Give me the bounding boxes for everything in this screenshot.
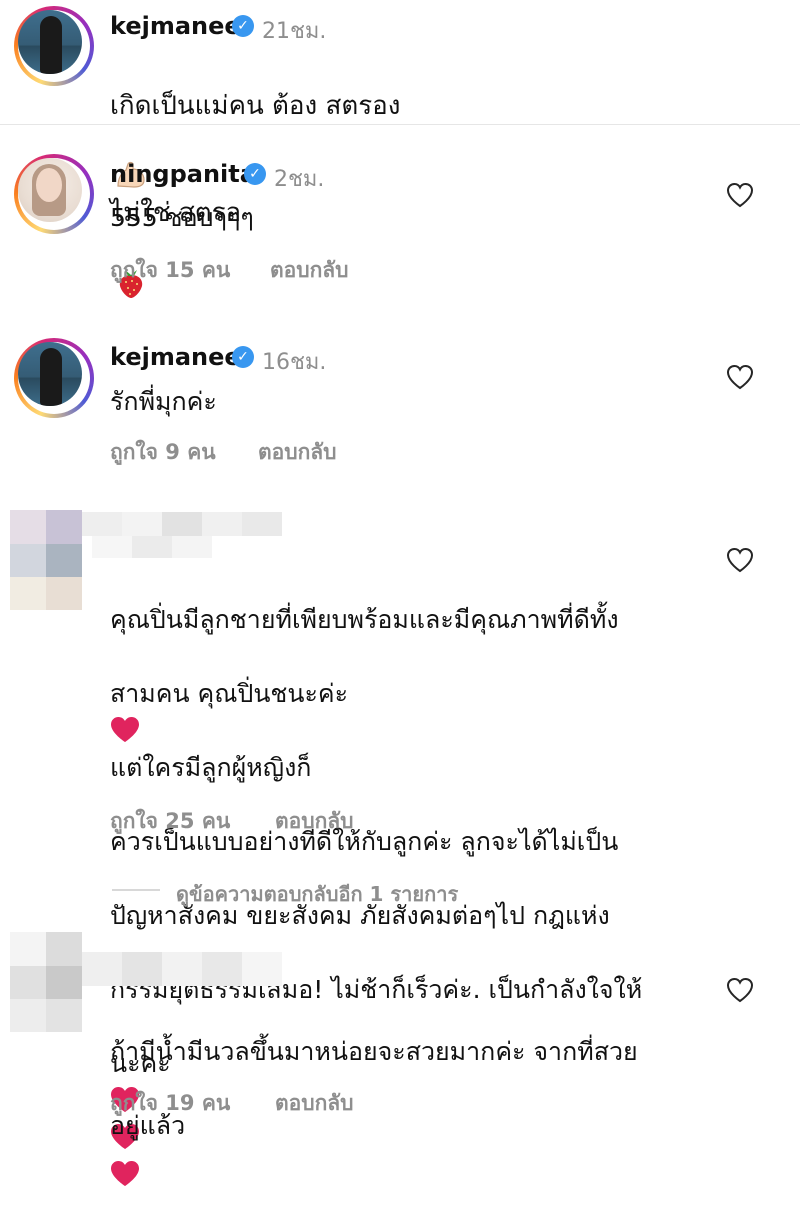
verified-badge-icon: ✓ (232, 15, 254, 37)
red-heart-icon (111, 717, 139, 742)
like-heart-icon[interactable] (725, 976, 755, 1004)
like-heart-icon[interactable] (725, 363, 755, 391)
commenter-avatar[interactable] (14, 154, 94, 234)
comment-time: 16ชม. (262, 350, 327, 375)
comment-text: 555 ชอบๆๆๆ (110, 203, 254, 232)
commenter-avatar[interactable] (14, 338, 94, 418)
comment-username[interactable]: kejmanee (110, 343, 241, 371)
comment-username[interactable]: ningpanita (110, 160, 256, 188)
blurred-avatar (10, 932, 82, 1032)
view-replies-line (112, 889, 160, 891)
comment-time: 2ชม. (274, 167, 325, 192)
like-count[interactable]: ถูกใจ 25 คน (110, 805, 230, 838)
blurred-username (82, 512, 282, 558)
verified-badge-icon: ✓ (232, 346, 254, 368)
like-count[interactable]: ถูกใจ 15 คน (110, 254, 230, 287)
reply-button[interactable]: ตอบกลับ (270, 254, 349, 287)
flexed-biceps-icon (114, 124, 148, 188)
blurred-username (82, 952, 282, 986)
like-count[interactable]: ถูกใจ 9 คน (110, 436, 216, 469)
reply-button[interactable]: ตอบกลับ (275, 805, 354, 838)
like-heart-icon[interactable] (725, 546, 755, 574)
caption-time: 21ชม. (262, 19, 327, 44)
blurred-avatar (10, 510, 82, 610)
caption-divider (0, 124, 800, 125)
view-more-replies-button[interactable]: ดูข้อความตอบกลับอีก 1 รายการ (176, 878, 458, 910)
verified-badge-icon: ✓ (244, 163, 266, 185)
comment-text: รักพี่มุกค่ะ (110, 387, 217, 416)
like-heart-icon[interactable] (725, 181, 755, 209)
reply-button[interactable]: ตอบกลับ (275, 1087, 354, 1120)
caption-username[interactable]: kejmanee (110, 12, 241, 40)
like-count[interactable]: ถูกใจ 19 คน (110, 1087, 230, 1120)
caption-avatar[interactable] (14, 6, 94, 86)
reply-button[interactable]: ตอบกลับ (258, 436, 337, 469)
